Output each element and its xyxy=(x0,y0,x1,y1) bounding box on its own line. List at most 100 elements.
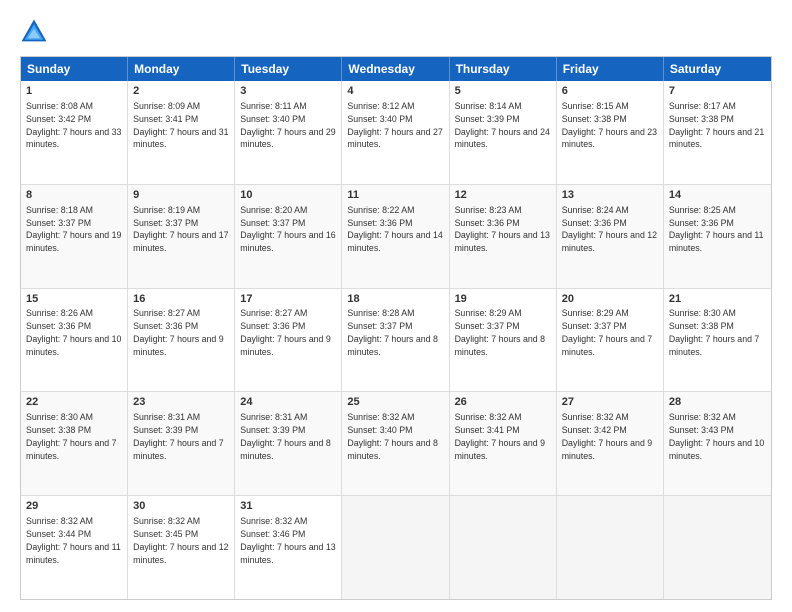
calendar-week-4: 22 Sunrise: 8:30 AM Sunset: 3:38 PM Dayli… xyxy=(21,392,771,496)
cal-cell-day-8: 8Sunrise: 8:18 AM Sunset: 3:37 PM Daylig… xyxy=(21,185,128,288)
cal-cell-day-24: 24 Sunrise: 8:31 AM Sunset: 3:39 PM Dayli… xyxy=(235,392,342,495)
day-number: 24 xyxy=(240,395,336,410)
day-info: Sunrise: 8:27 AM Sunset: 3:36 PM Dayligh… xyxy=(240,308,330,357)
day-number: 11 xyxy=(347,188,443,203)
day-info: Sunrise: 8:32 AM Sunset: 3:42 PM Dayligh… xyxy=(562,412,652,461)
cal-cell-day-10: 10 Sunrise: 8:20 AM Sunset: 3:37 PM Dayli… xyxy=(235,185,342,288)
cal-cell-day-12: 12 Sunrise: 8:23 AM Sunset: 3:36 PM Dayli… xyxy=(450,185,557,288)
cal-header-wednesday: Wednesday xyxy=(342,57,449,81)
cal-cell-day-14: 14 Sunrise: 8:25 AM Sunset: 3:36 PM Dayli… xyxy=(664,185,771,288)
cal-cell-day-25: 25 Sunrise: 8:32 AM Sunset: 3:40 PM Dayli… xyxy=(342,392,449,495)
day-number: 21 xyxy=(669,292,766,307)
calendar-week-3: 15Sunrise: 8:26 AM Sunset: 3:36 PM Dayli… xyxy=(21,289,771,393)
day-number: 14 xyxy=(669,188,766,203)
cal-cell-day-1: 1 Sunrise: 8:08 AM Sunset: 3:42 PM Daylig… xyxy=(21,81,128,184)
day-number: 16 xyxy=(133,292,229,307)
day-info: Sunrise: 8:09 AM Sunset: 3:41 PM Dayligh… xyxy=(133,101,228,150)
day-info: Sunrise: 8:32 AM Sunset: 3:41 PM Dayligh… xyxy=(455,412,545,461)
logo xyxy=(20,18,52,46)
day-number: 20 xyxy=(562,292,658,307)
day-number: 13 xyxy=(562,188,658,203)
cal-cell-day-20: 20Sunrise: 8:29 AM Sunset: 3:37 PM Dayli… xyxy=(557,289,664,392)
cal-header-tuesday: Tuesday xyxy=(235,57,342,81)
day-info: Sunrise: 8:14 AM Sunset: 3:39 PM Dayligh… xyxy=(455,101,550,150)
day-info: Sunrise: 8:17 AM Sunset: 3:38 PM Dayligh… xyxy=(669,101,764,150)
cal-cell-empty xyxy=(557,496,664,599)
cal-cell-day-29: 29 Sunrise: 8:32 AM Sunset: 3:44 PM Dayli… xyxy=(21,496,128,599)
day-number: 26 xyxy=(455,395,551,410)
cal-cell-day-26: 26 Sunrise: 8:32 AM Sunset: 3:41 PM Dayli… xyxy=(450,392,557,495)
calendar-header: SundayMondayTuesdayWednesdayThursdayFrid… xyxy=(21,57,771,81)
cal-header-saturday: Saturday xyxy=(664,57,771,81)
day-info: Sunrise: 8:29 AM Sunset: 3:37 PM Dayligh… xyxy=(562,308,652,357)
day-info: Sunrise: 8:31 AM Sunset: 3:39 PM Dayligh… xyxy=(133,412,223,461)
cal-cell-day-30: 30 Sunrise: 8:32 AM Sunset: 3:45 PM Dayli… xyxy=(128,496,235,599)
day-info: Sunrise: 8:08 AM Sunset: 3:42 PM Dayligh… xyxy=(26,101,121,150)
day-number: 2 xyxy=(133,84,229,99)
day-number: 22 xyxy=(26,395,122,410)
day-info: Sunrise: 8:26 AM Sunset: 3:36 PM Dayligh… xyxy=(26,308,121,357)
day-info: Sunrise: 8:18 AM Sunset: 3:37 PM Dayligh… xyxy=(26,205,121,254)
day-number: 4 xyxy=(347,84,443,99)
cal-header-thursday: Thursday xyxy=(450,57,557,81)
day-number: 25 xyxy=(347,395,443,410)
day-info: Sunrise: 8:24 AM Sunset: 3:36 PM Dayligh… xyxy=(562,205,657,254)
day-info: Sunrise: 8:12 AM Sunset: 3:40 PM Dayligh… xyxy=(347,101,442,150)
day-info: Sunrise: 8:28 AM Sunset: 3:37 PM Dayligh… xyxy=(347,308,437,357)
day-info: Sunrise: 8:32 AM Sunset: 3:44 PM Dayligh… xyxy=(26,516,121,565)
cal-cell-day-27: 27Sunrise: 8:32 AM Sunset: 3:42 PM Dayli… xyxy=(557,392,664,495)
day-info: Sunrise: 8:31 AM Sunset: 3:39 PM Dayligh… xyxy=(240,412,330,461)
day-info: Sunrise: 8:22 AM Sunset: 3:36 PM Dayligh… xyxy=(347,205,442,254)
cal-header-monday: Monday xyxy=(128,57,235,81)
day-info: Sunrise: 8:15 AM Sunset: 3:38 PM Dayligh… xyxy=(562,101,657,150)
cal-cell-day-31: 31 Sunrise: 8:32 AM Sunset: 3:46 PM Dayli… xyxy=(235,496,342,599)
day-number: 23 xyxy=(133,395,229,410)
calendar: SundayMondayTuesdayWednesdayThursdayFrid… xyxy=(20,56,772,600)
cal-cell-day-9: 9Sunrise: 8:19 AM Sunset: 3:37 PM Daylig… xyxy=(128,185,235,288)
day-info: Sunrise: 8:32 AM Sunset: 3:45 PM Dayligh… xyxy=(133,516,228,565)
cal-cell-day-18: 18Sunrise: 8:28 AM Sunset: 3:37 PM Dayli… xyxy=(342,289,449,392)
day-info: Sunrise: 8:30 AM Sunset: 3:38 PM Dayligh… xyxy=(669,308,759,357)
day-number: 15 xyxy=(26,292,122,307)
day-info: Sunrise: 8:11 AM Sunset: 3:40 PM Dayligh… xyxy=(240,101,335,150)
cal-cell-day-7: 7 Sunrise: 8:17 AM Sunset: 3:38 PM Daylig… xyxy=(664,81,771,184)
calendar-week-1: 1 Sunrise: 8:08 AM Sunset: 3:42 PM Daylig… xyxy=(21,81,771,185)
day-number: 9 xyxy=(133,188,229,203)
day-info: Sunrise: 8:32 AM Sunset: 3:40 PM Dayligh… xyxy=(347,412,437,461)
cal-cell-empty xyxy=(342,496,449,599)
cal-cell-day-16: 16Sunrise: 8:27 AM Sunset: 3:36 PM Dayli… xyxy=(128,289,235,392)
day-number: 3 xyxy=(240,84,336,99)
day-number: 1 xyxy=(26,84,122,99)
day-number: 29 xyxy=(26,499,122,514)
cal-cell-day-19: 19Sunrise: 8:29 AM Sunset: 3:37 PM Dayli… xyxy=(450,289,557,392)
day-info: Sunrise: 8:27 AM Sunset: 3:36 PM Dayligh… xyxy=(133,308,223,357)
day-number: 30 xyxy=(133,499,229,514)
cal-cell-day-3: 3 Sunrise: 8:11 AM Sunset: 3:40 PM Daylig… xyxy=(235,81,342,184)
cal-cell-day-4: 4 Sunrise: 8:12 AM Sunset: 3:40 PM Daylig… xyxy=(342,81,449,184)
cal-header-sunday: Sunday xyxy=(21,57,128,81)
day-info: Sunrise: 8:23 AM Sunset: 3:36 PM Dayligh… xyxy=(455,205,550,254)
day-info: Sunrise: 8:20 AM Sunset: 3:37 PM Dayligh… xyxy=(240,205,335,254)
day-info: Sunrise: 8:25 AM Sunset: 3:36 PM Dayligh… xyxy=(669,205,764,254)
cal-header-friday: Friday xyxy=(557,57,664,81)
day-number: 18 xyxy=(347,292,443,307)
cal-cell-day-22: 22 Sunrise: 8:30 AM Sunset: 3:38 PM Dayli… xyxy=(21,392,128,495)
day-number: 5 xyxy=(455,84,551,99)
day-number: 19 xyxy=(455,292,551,307)
cal-cell-day-21: 21Sunrise: 8:30 AM Sunset: 3:38 PM Dayli… xyxy=(664,289,771,392)
day-info: Sunrise: 8:32 AM Sunset: 3:46 PM Dayligh… xyxy=(240,516,335,565)
day-number: 12 xyxy=(455,188,551,203)
cal-cell-day-15: 15Sunrise: 8:26 AM Sunset: 3:36 PM Dayli… xyxy=(21,289,128,392)
calendar-body: 1 Sunrise: 8:08 AM Sunset: 3:42 PM Daylig… xyxy=(21,81,771,599)
day-number: 10 xyxy=(240,188,336,203)
cal-cell-day-13: 13 Sunrise: 8:24 AM Sunset: 3:36 PM Dayli… xyxy=(557,185,664,288)
day-number: 6 xyxy=(562,84,658,99)
day-info: Sunrise: 8:30 AM Sunset: 3:38 PM Dayligh… xyxy=(26,412,116,461)
day-number: 17 xyxy=(240,292,336,307)
cal-cell-day-17: 17Sunrise: 8:27 AM Sunset: 3:36 PM Dayli… xyxy=(235,289,342,392)
day-number: 7 xyxy=(669,84,766,99)
day-number: 31 xyxy=(240,499,336,514)
calendar-week-2: 8Sunrise: 8:18 AM Sunset: 3:37 PM Daylig… xyxy=(21,185,771,289)
cal-cell-empty xyxy=(450,496,557,599)
cal-cell-day-6: 6 Sunrise: 8:15 AM Sunset: 3:38 PM Daylig… xyxy=(557,81,664,184)
